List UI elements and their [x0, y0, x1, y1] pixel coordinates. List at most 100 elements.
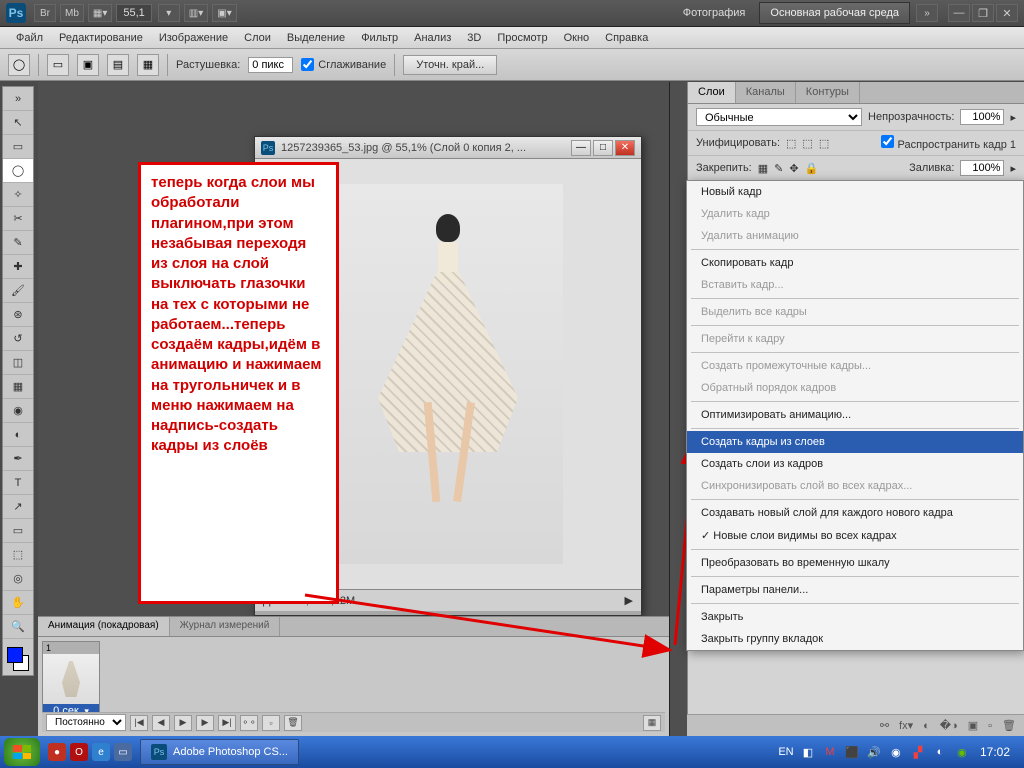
menu-file[interactable]: Файл [8, 32, 51, 44]
bridge-button[interactable]: Br [34, 4, 56, 22]
lock-position-icon[interactable]: ✥ [789, 162, 798, 175]
quicklaunch-ie-icon[interactable]: e [92, 743, 110, 761]
view-extras-button[interactable]: ▦▾ [88, 4, 112, 22]
menu-panel-options[interactable]: Параметры панели... [687, 579, 1023, 601]
selection-subtract-icon[interactable]: ▤ [107, 54, 129, 76]
move-tool[interactable]: ↖ [3, 111, 33, 135]
window-close-button[interactable]: ✕ [996, 4, 1018, 22]
feather-input[interactable] [248, 57, 293, 73]
next-frame-button[interactable]: ▶ [196, 715, 214, 731]
crop-tool[interactable]: ✂ [3, 207, 33, 231]
unify-style-icon[interactable]: ⬚ [819, 137, 829, 150]
quicklaunch-desktop-icon[interactable]: ▭ [114, 743, 132, 761]
menu-flatten-frames[interactable]: Создать слои из кадров [687, 453, 1023, 475]
menu-edit[interactable]: Редактирование [51, 32, 151, 44]
prev-frame-button[interactable]: ◀ [152, 715, 170, 731]
tab-measurement-log[interactable]: Журнал измерений [170, 617, 281, 636]
tray-icon[interactable]: ◧ [800, 744, 816, 760]
delete-layer-icon[interactable]: 🗑 [1002, 719, 1016, 732]
adjustment-layer-icon[interactable]: �◑ [940, 719, 958, 732]
quicklaunch-icon[interactable]: ● [48, 743, 66, 761]
layer-mask-icon[interactable]: ◐ [923, 720, 930, 732]
pen-tool[interactable]: ✒ [3, 447, 33, 471]
menu-close[interactable]: Закрыть [687, 606, 1023, 628]
tray-icon[interactable]: ◐ [932, 744, 948, 760]
zoom-dropdown[interactable]: ▾ [158, 4, 180, 22]
tab-paths[interactable]: Контуры [796, 82, 860, 103]
selection-intersect-icon[interactable]: ▦ [137, 54, 159, 76]
collapse-toolbox-icon[interactable]: » [3, 87, 33, 111]
tray-volume-icon[interactable]: 🔊 [866, 744, 882, 760]
duplicate-frame-button[interactable]: ▫ [262, 715, 280, 731]
arrange-docs-button[interactable]: ▥▾ [184, 4, 208, 22]
selection-add-icon[interactable]: ▣ [77, 54, 99, 76]
tab-layers[interactable]: Слои [688, 82, 736, 103]
last-frame-button[interactable]: ▶| [218, 715, 236, 731]
tab-animation[interactable]: Анимация (покадровая) [38, 617, 170, 636]
play-button[interactable]: ▶ [174, 715, 192, 731]
unify-position-icon[interactable]: ⬚ [786, 137, 796, 150]
eyedropper-tool[interactable]: ✎ [3, 231, 33, 255]
refine-edge-button[interactable]: Уточн. край... [403, 55, 497, 75]
quicklaunch-opera-icon[interactable]: O [70, 743, 88, 761]
workspace-more-icon[interactable]: » [916, 4, 938, 22]
start-button[interactable] [4, 738, 40, 766]
opacity-input[interactable] [960, 109, 1004, 125]
workspace-switcher[interactable]: Основная рабочая среда [759, 2, 910, 24]
lock-all-icon[interactable]: 🔒 [805, 162, 819, 175]
blend-mode-select[interactable]: Обычные [696, 108, 862, 126]
menu-optimize-animation[interactable]: Оптимизировать анимацию... [687, 404, 1023, 426]
menu-view[interactable]: Просмотр [489, 32, 555, 44]
menu-make-frames-from-layers[interactable]: Создать кадры из слоев [687, 431, 1023, 453]
unify-visibility-icon[interactable]: ⬚ [802, 137, 812, 150]
window-minimize-button[interactable]: — [948, 4, 970, 22]
menu-window[interactable]: Окно [556, 32, 598, 44]
path-tool[interactable]: ↗ [3, 495, 33, 519]
blur-tool[interactable]: ◉ [3, 399, 33, 423]
tray-icon[interactable]: M [822, 744, 838, 760]
antialias-checkbox[interactable]: Сглаживание [301, 58, 386, 71]
marquee-tool[interactable]: ▭ [3, 135, 33, 159]
language-indicator[interactable]: EN [778, 744, 794, 760]
fill-input[interactable] [960, 160, 1004, 176]
menu-copy-frame[interactable]: Скопировать кадр [687, 252, 1023, 274]
dodge-tool[interactable]: ◐ [3, 423, 33, 447]
taskbar-app-photoshop[interactable]: PsAdobe Photoshop CS... [140, 739, 299, 765]
link-layers-icon[interactable]: ⚯ [880, 719, 889, 732]
hand-tool[interactable]: ✋ [3, 591, 33, 615]
delete-frame-button[interactable]: 🗑 [284, 715, 302, 731]
menu-help[interactable]: Справка [597, 32, 656, 44]
3d-tool[interactable]: ⬚ [3, 543, 33, 567]
group-icon[interactable]: ▣ [968, 719, 978, 732]
menu-layer[interactable]: Слои [236, 32, 279, 44]
tray-nvidia-icon[interactable]: ◉ [954, 744, 970, 760]
window-restore-button[interactable]: ❐ [972, 4, 994, 22]
lock-pixels-icon[interactable]: ✎ [774, 162, 783, 175]
doc-minimize-button[interactable]: — [571, 140, 591, 156]
opacity-flyout-icon[interactable]: ▸ [1010, 111, 1016, 124]
tray-icon[interactable]: ⬛ [844, 744, 860, 760]
tray-avira-icon[interactable]: ▞ [910, 744, 926, 760]
tray-icon[interactable]: ◉ [888, 744, 904, 760]
taskbar-clock[interactable]: 17:02 [976, 745, 1014, 759]
menu-new-frame[interactable]: Новый кадр [687, 181, 1023, 203]
propagate-checkbox[interactable]: Распространить кадр 1 [881, 135, 1016, 151]
menu-select[interactable]: Выделение [279, 32, 353, 44]
shape-tool[interactable]: ▭ [3, 519, 33, 543]
minibridge-button[interactable]: Mb [60, 4, 84, 22]
zoom-tool[interactable]: 🔍 [3, 615, 33, 639]
layer-style-icon[interactable]: fx▾ [899, 719, 913, 732]
screen-mode-button[interactable]: ▣▾ [212, 4, 236, 22]
clone-stamp-tool[interactable]: ⊛ [3, 303, 33, 327]
foreground-color[interactable] [7, 647, 23, 663]
selection-new-icon[interactable]: ▭ [47, 54, 69, 76]
gradient-tool[interactable]: ▦ [3, 375, 33, 399]
new-layer-icon[interactable]: ▫ [988, 720, 992, 732]
photography-link[interactable]: Фотография [675, 3, 754, 23]
healing-brush-tool[interactable]: ✚ [3, 255, 33, 279]
doc-close-button[interactable]: ✕ [615, 140, 635, 156]
menu-analysis[interactable]: Анализ [406, 32, 459, 44]
statusbar-flyout-icon[interactable]: ▶ [625, 594, 633, 607]
convert-timeline-button[interactable]: ▦ [643, 715, 661, 731]
type-tool[interactable]: T [3, 471, 33, 495]
